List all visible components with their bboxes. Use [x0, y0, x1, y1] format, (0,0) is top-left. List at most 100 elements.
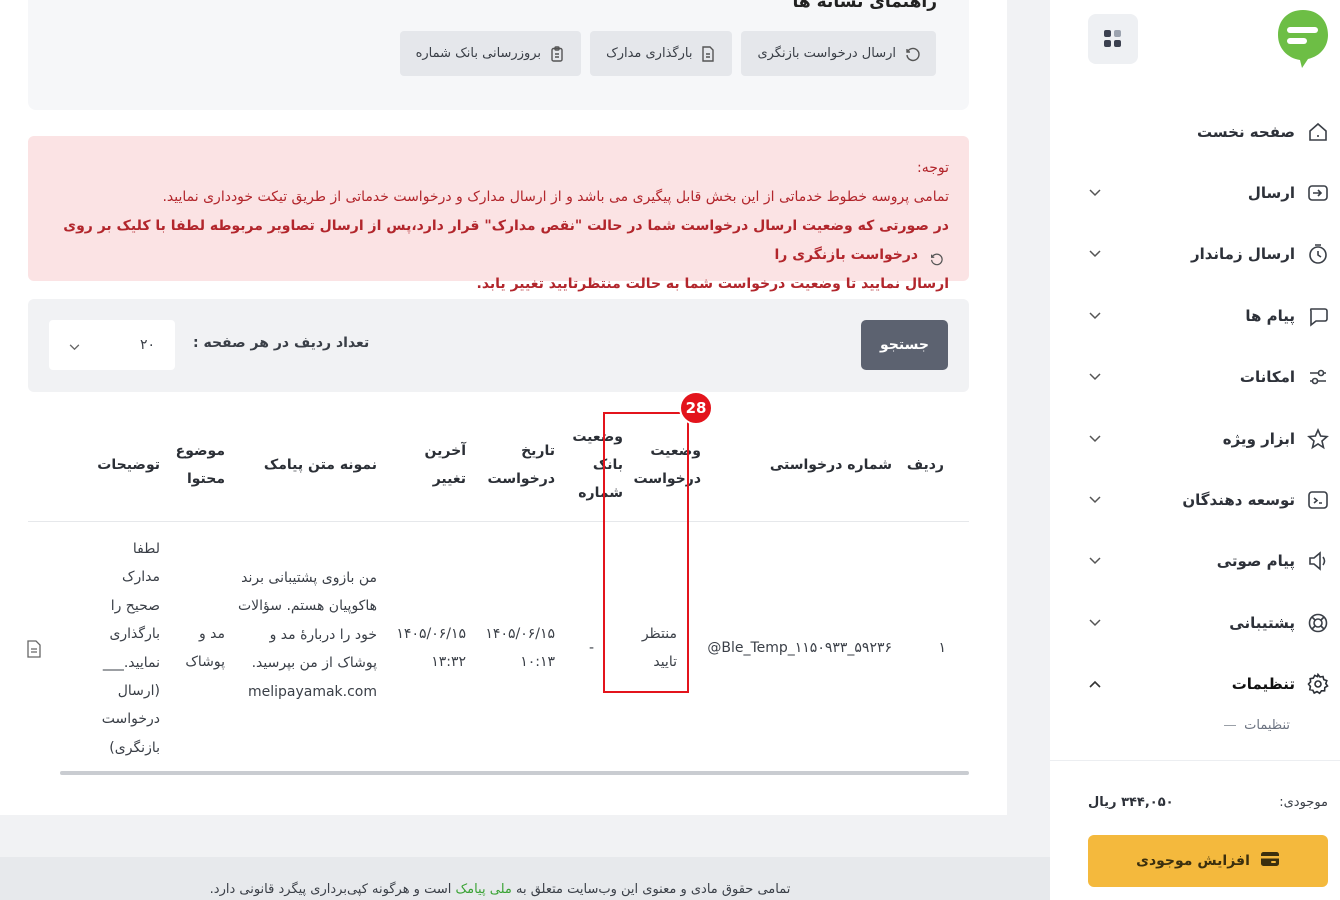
header-description: توضیحات: [97, 457, 160, 473]
send-icon: [1306, 181, 1330, 205]
notice-line-3: ارسال نمایید تا وضعیت درخواست شما به حال…: [476, 276, 949, 292]
brand-logo-icon[interactable]: [1276, 8, 1330, 70]
nav-item-settings[interactable]: تنظیمات: [1050, 654, 1340, 715]
nav-label: پیام صوتی: [1216, 552, 1295, 571]
nav-label: پشتیبانی: [1229, 613, 1295, 632]
footer-copyright: تمامی حقوق مادی و معنوی این وب‌سایت متعل…: [0, 882, 1000, 897]
balance-row: موجودی: ۳۴۴,۰۵۰ ریال: [1088, 795, 1328, 810]
star-icon: [1306, 427, 1330, 451]
notice-alert: توجه: تمامی پروسه خطوط خدماتی از این بخش…: [28, 136, 969, 292]
divider: [1050, 760, 1340, 761]
chevron-down-icon: [1088, 432, 1102, 446]
chevron-down-icon: [1088, 554, 1102, 568]
filter-bar: جستجو تعداد ردیف در هر صفحه : ۲۰: [28, 299, 969, 392]
notice-line-1: تمامی پروسه خطوط خدماتی از این بخش قابل …: [162, 189, 949, 205]
cell-last-change: ۱۴۰۵/۰۶/۱۵ ۱۳:۳۲: [396, 626, 466, 671]
timer-icon: [1306, 242, 1330, 266]
nav-label: پیام ها: [1245, 306, 1295, 325]
upload-document-icon[interactable]: [26, 640, 42, 658]
guide-button-label: بارگذاری مدارک: [606, 46, 693, 61]
guide-resubmit-button[interactable]: ارسال درخواست بازنگری: [741, 31, 936, 76]
chevron-down-icon: [1088, 493, 1102, 507]
search-button[interactable]: جستجو: [861, 320, 948, 370]
guide-button-label: ارسال درخواست بازنگری: [757, 46, 896, 61]
chevron-down-icon: [1088, 186, 1102, 200]
home-icon: [1306, 120, 1330, 144]
header-last-change: آخرین تغییر: [424, 443, 466, 487]
balance-label: موجودی:: [1279, 795, 1328, 810]
document-icon: [700, 45, 716, 62]
nav-item-special-tools[interactable]: ابزار ویژه: [1050, 408, 1340, 469]
guide-update-number-bank-button[interactable]: بروزرسانی بانک شماره: [399, 31, 582, 76]
highlight-box: [603, 412, 689, 693]
guide-title: راهنمای نشانه ها: [792, 0, 937, 12]
sidebar: صفحه نخست ارسال ارسال زماندار پیام ها ام…: [1050, 0, 1340, 900]
speaker-icon: [1306, 549, 1330, 573]
chevron-down-icon: [1088, 247, 1102, 261]
header-request-number: شماره درخواستی: [769, 457, 892, 473]
guide-buttons: ارسال درخواست بازنگری بارگذاری مدارک برو…: [399, 31, 936, 76]
cell-request-number: @Ble_Temp_۱۱۵۰۹۳۳_۵۹۲۳۶: [707, 640, 892, 656]
messages-icon: [1306, 304, 1330, 328]
cell-request-date: ۱۴۰۵/۰۶/۱۵ ۱۰:۱۳: [485, 626, 555, 671]
header-row-number: ردیف: [906, 457, 944, 473]
increase-balance-label: افزایش موجودی: [1136, 853, 1250, 869]
nav-label: ارسال: [1247, 184, 1295, 203]
refresh-icon: [929, 248, 943, 266]
notice-heading: توجه:: [916, 160, 949, 176]
nav-label: تنظیمات: [1231, 675, 1295, 694]
main-nav: صفحه نخست ارسال ارسال زماندار پیام ها ام…: [1050, 101, 1340, 715]
cell-row-number: ۱: [938, 640, 946, 656]
nav-item-voice-message[interactable]: پیام صوتی: [1050, 531, 1340, 592]
nav-label: ارسال زماندار: [1190, 245, 1295, 264]
nav-item-features[interactable]: امکانات: [1050, 347, 1340, 408]
nav-label: صفحه نخست: [1196, 122, 1295, 141]
chevron-down-icon: [69, 336, 80, 355]
nav-label: توسعه دهندگان: [1182, 491, 1295, 510]
cell-content-topic: مد و پوشاک: [185, 626, 225, 671]
balance-value: ۳۴۴,۰۵۰ ریال: [1088, 795, 1174, 810]
gear-icon: [1306, 672, 1330, 696]
rows-per-page-select[interactable]: ۲۰: [49, 320, 175, 370]
nav-item-send[interactable]: ارسال: [1050, 162, 1340, 223]
clipboard-icon: [549, 45, 565, 62]
header-content-topic: موضوع محتوا: [175, 443, 225, 487]
horizontal-scrollbar[interactable]: [60, 771, 969, 775]
guide-upload-documents-button[interactable]: بارگذاری مدارک: [590, 31, 733, 76]
header-sample-text: نمونه متن پیامک: [263, 457, 377, 473]
notice-line-2: در صورتی که وضعیت ارسال درخواست شما در ح…: [48, 212, 949, 270]
nav-item-messages[interactable]: پیام ها: [1050, 285, 1340, 346]
footer-text-start: تمامی حقوق مادی و معنوی این وب‌سایت متعل…: [515, 882, 791, 897]
footer-brand-link[interactable]: ملی پیامک: [456, 882, 512, 897]
footer-text-end: است و هرگونه کپی‌برداری پیگرد قانونی دار…: [209, 882, 452, 897]
nav-item-home[interactable]: صفحه نخست: [1050, 101, 1340, 162]
nav-label: ابزار ویژه: [1222, 429, 1295, 448]
lifebuoy-icon: [1306, 611, 1330, 635]
code-icon: [1306, 488, 1330, 512]
notice-line-2-start: در صورتی که وضعیت ارسال درخواست شما در ح…: [63, 218, 949, 234]
increase-balance-button[interactable]: افزایش موجودی: [1088, 835, 1328, 887]
header-request-date: تاریخ درخواست: [487, 443, 556, 487]
icon-guide-card: راهنمای نشانه ها ارسال درخواست بازنگری ب…: [28, 0, 969, 110]
refresh-icon: [904, 46, 920, 62]
guide-button-label: بروزرسانی بانک شماره: [415, 46, 542, 61]
cell-description: لطفا مدارک صحیح را بارگذاری نمایید.___ (…: [101, 541, 160, 756]
chevron-down-icon: [1088, 616, 1102, 630]
sub-item-settings[interactable]: تنظیمات: [1224, 718, 1290, 733]
main-content: راهنمای نشانه ها ارسال درخواست بازنگری ب…: [0, 0, 1007, 815]
wallet-icon: [1260, 850, 1280, 872]
sub-item-label: تنظیمات: [1244, 718, 1290, 733]
dash-divider: [1224, 725, 1237, 726]
nav-label: امکانات: [1239, 368, 1295, 387]
cell-sample-text: من بازوی پشتیبانی برند هاکوپیان هستم. سؤ…: [238, 570, 377, 700]
cell-bank-status: -: [588, 640, 594, 656]
nav-item-support[interactable]: پشتیبانی: [1050, 592, 1340, 653]
annotation-badge: 28: [679, 391, 713, 425]
nav-item-developers[interactable]: توسعه دهندگان: [1050, 469, 1340, 530]
sliders-icon: [1306, 365, 1330, 389]
rows-per-page-label: تعداد ردیف در هر صفحه :: [193, 335, 370, 351]
apps-grid-button[interactable]: [1088, 14, 1138, 64]
nav-item-scheduled-send[interactable]: ارسال زماندار: [1050, 224, 1340, 285]
chevron-down-icon: [1088, 309, 1102, 323]
notice-line-2-end: درخواست بازنگری را: [774, 247, 919, 263]
